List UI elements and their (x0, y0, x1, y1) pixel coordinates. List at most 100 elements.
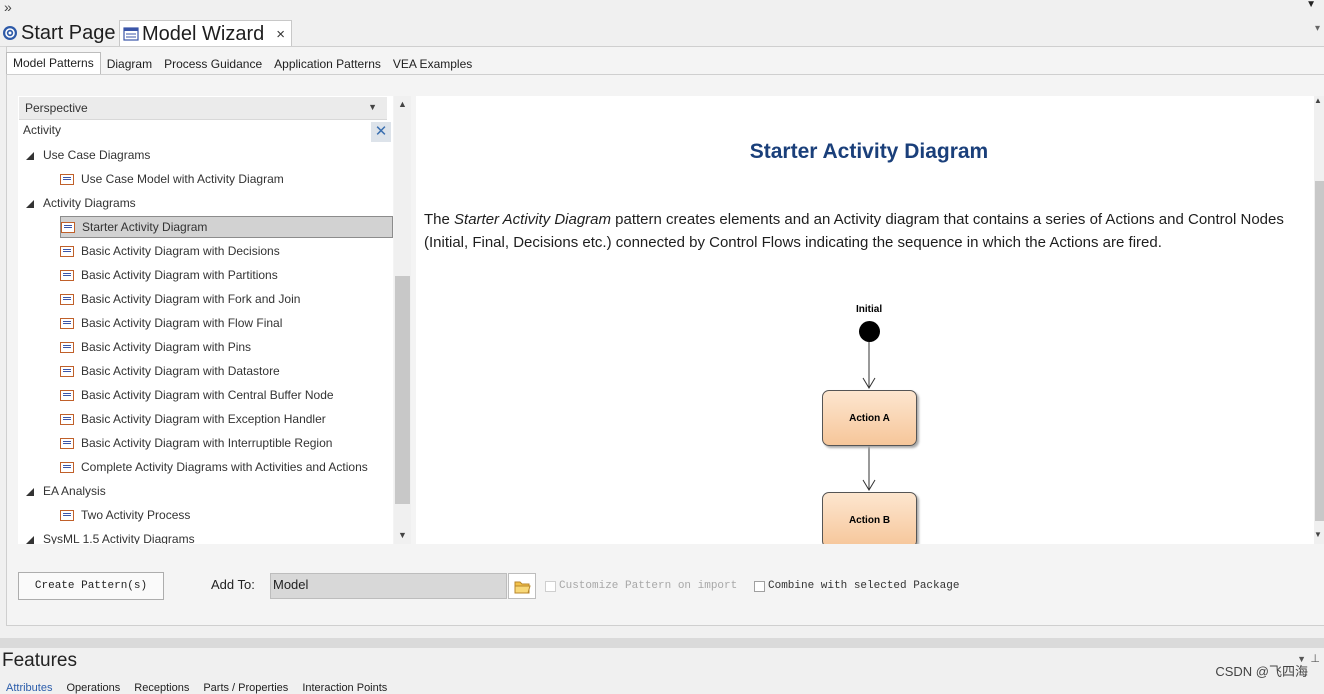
combine-package-label: Combine with selected Package (768, 580, 960, 592)
tab-list-dropdown-icon[interactable]: ▾ (1315, 23, 1320, 34)
tree-label: Basic Activity Diagram with Pins (81, 340, 252, 354)
pattern-list-scrollbar[interactable]: ▲ ▼ (394, 96, 411, 544)
expand-chevron-icon[interactable]: » (4, 0, 12, 15)
pattern-description-pane: Starter Activity Diagram The Starter Act… (416, 96, 1314, 544)
perspective-search[interactable]: Activity ✕ (19, 120, 391, 142)
tree-item[interactable]: Basic Activity Diagram with Pins (60, 336, 251, 358)
expand-caret-icon[interactable] (26, 152, 34, 160)
initial-node-label: Initial (856, 304, 883, 315)
add-to-label: Add To: (211, 577, 255, 592)
tree-group[interactable]: EA Analysis (26, 480, 106, 502)
pattern-icon (60, 269, 74, 281)
description-scrollbar[interactable] (1314, 96, 1324, 544)
customize-pattern-checkbox[interactable] (545, 581, 556, 592)
combine-package-checkbox[interactable] (754, 581, 765, 592)
tree-item[interactable]: Basic Activity Diagram with Flow Final (60, 312, 282, 334)
browse-package-button[interactable] (508, 573, 536, 599)
tab-interaction-points[interactable]: Interaction Points (302, 682, 387, 694)
pattern-list-pane: Use Case Diagrams Use Case Model with Act… (18, 96, 393, 544)
expand-caret-icon[interactable] (26, 200, 34, 208)
tree-item[interactable]: Basic Activity Diagram with Datastore (60, 360, 280, 382)
subtab-vea-examples[interactable]: VEA Examples (387, 54, 478, 74)
tree-label: Basic Activity Diagram with Central Buff… (81, 388, 334, 402)
expand-caret-icon[interactable] (26, 536, 34, 544)
perspective-dropdown[interactable]: Perspective ▼ (19, 97, 387, 120)
create-pattern-button[interactable]: Create Pattern(s) (18, 572, 164, 600)
document-tab-bar: Start Page Model Wizard × ▾ (0, 18, 1324, 47)
scrollbar-thumb[interactable] (395, 276, 410, 504)
description-scroll-up-icon[interactable]: ▲ (1314, 96, 1324, 110)
tree-item[interactable]: Basic Activity Diagram with Exception Ha… (60, 408, 326, 430)
action-a-node: Action A (822, 390, 917, 446)
add-to-field: Model (270, 573, 507, 599)
tab-receptions[interactable]: Receptions (134, 682, 189, 694)
add-to-value: Model (273, 577, 309, 592)
tree-item[interactable]: Basic Activity Diagram with Interruptibl… (60, 432, 332, 454)
description-scroll-down-icon[interactable]: ▼ (1314, 530, 1324, 544)
tree-item[interactable]: Basic Activity Diagram with Central Buff… (60, 384, 334, 406)
top-strip: » ▼ (0, 0, 1324, 18)
scroll-up-icon[interactable]: ▲ (394, 96, 411, 113)
tree-item[interactable]: Two Activity Process (60, 504, 190, 526)
folder-icon (514, 581, 531, 594)
scroll-down-icon[interactable]: ▼ (394, 527, 411, 544)
pattern-icon (60, 293, 74, 305)
subtab-process-guidance[interactable]: Process Guidance (158, 54, 268, 74)
tree-item[interactable]: Starter Activity Diagram (60, 216, 393, 238)
tree-label: Basic Activity Diagram with Exception Ha… (81, 412, 326, 426)
close-tab-icon[interactable]: × (276, 26, 285, 43)
tree-label: Basic Activity Diagram with Datastore (81, 364, 280, 378)
pattern-icon (60, 461, 74, 473)
tab-model-wizard-label: Model Wizard (142, 22, 265, 45)
tree-group[interactable]: SysML 1.5 Activity Diagrams (26, 528, 195, 544)
tab-attributes[interactable]: Attributes (6, 682, 52, 694)
tab-operations[interactable]: Operations (66, 682, 120, 694)
tree-item[interactable]: Use Case Model with Activity Diagram (60, 168, 284, 190)
tree-group[interactable]: Activity Diagrams (26, 192, 136, 214)
tree-group[interactable]: Use Case Diagrams (26, 144, 150, 166)
features-panel: Features Attributes Operations Reception… (0, 648, 1324, 694)
expand-caret-icon[interactable] (26, 488, 34, 496)
clear-search-icon[interactable]: ✕ (371, 122, 391, 142)
diagram-connectors (862, 342, 876, 491)
tree-item[interactable]: Basic Activity Diagram with Decisions (60, 240, 280, 262)
perspective-search-input[interactable]: Activity (23, 123, 61, 137)
wizard-window-icon (123, 27, 139, 41)
tab-start-page[interactable]: Start Page (2, 20, 116, 46)
pin-icon[interactable]: ⊥ (1310, 652, 1320, 665)
tab-parts-properties[interactable]: Parts / Properties (203, 682, 288, 694)
subtab-divider (6, 74, 1324, 75)
watermark: CSDN @飞四海 (1215, 664, 1308, 679)
tree-label: Complete Activity Diagrams with Activiti… (81, 460, 368, 474)
action-b-node: Action B (822, 492, 917, 544)
tree-label: SysML 1.5 Activity Diagrams (43, 532, 195, 544)
pattern-icon (61, 221, 75, 233)
tree-label: Use Case Diagrams (43, 148, 151, 162)
panel-splitter[interactable] (0, 638, 1324, 648)
tab-start-page-label: Start Page (21, 21, 116, 44)
pattern-icon (60, 365, 74, 377)
start-page-icon (3, 26, 17, 40)
pattern-icon (60, 245, 74, 257)
description-scrollbar-thumb[interactable] (1315, 181, 1324, 521)
tree-label: Basic Activity Diagram with Partitions (81, 268, 278, 282)
initial-node (859, 321, 880, 342)
subtab-application-patterns[interactable]: Application Patterns (268, 54, 387, 74)
tree-label: Two Activity Process (81, 508, 191, 522)
pattern-icon (60, 173, 74, 185)
pattern-icon (60, 389, 74, 401)
tab-model-wizard[interactable]: Model Wizard × (119, 20, 293, 47)
pattern-icon (60, 413, 74, 425)
window-dropdown-icon[interactable]: ▼ (1306, 0, 1316, 10)
pattern-icon (60, 509, 74, 521)
tree-item[interactable]: Basic Activity Diagram with Partitions (60, 264, 278, 286)
subtab-diagram[interactable]: Diagram (101, 54, 158, 74)
tree-item[interactable]: Basic Activity Diagram with Fork and Joi… (60, 288, 300, 310)
pattern-icon (60, 341, 74, 353)
tree-label: Basic Activity Diagram with Flow Final (81, 316, 283, 330)
features-title: Features (2, 650, 77, 671)
subtab-model-patterns[interactable]: Model Patterns (6, 52, 101, 74)
tree-label: Basic Activity Diagram with Interruptibl… (81, 436, 333, 450)
dropdown-arrow-icon: ▼ (368, 102, 377, 112)
tree-item[interactable]: Complete Activity Diagrams with Activiti… (60, 456, 368, 478)
